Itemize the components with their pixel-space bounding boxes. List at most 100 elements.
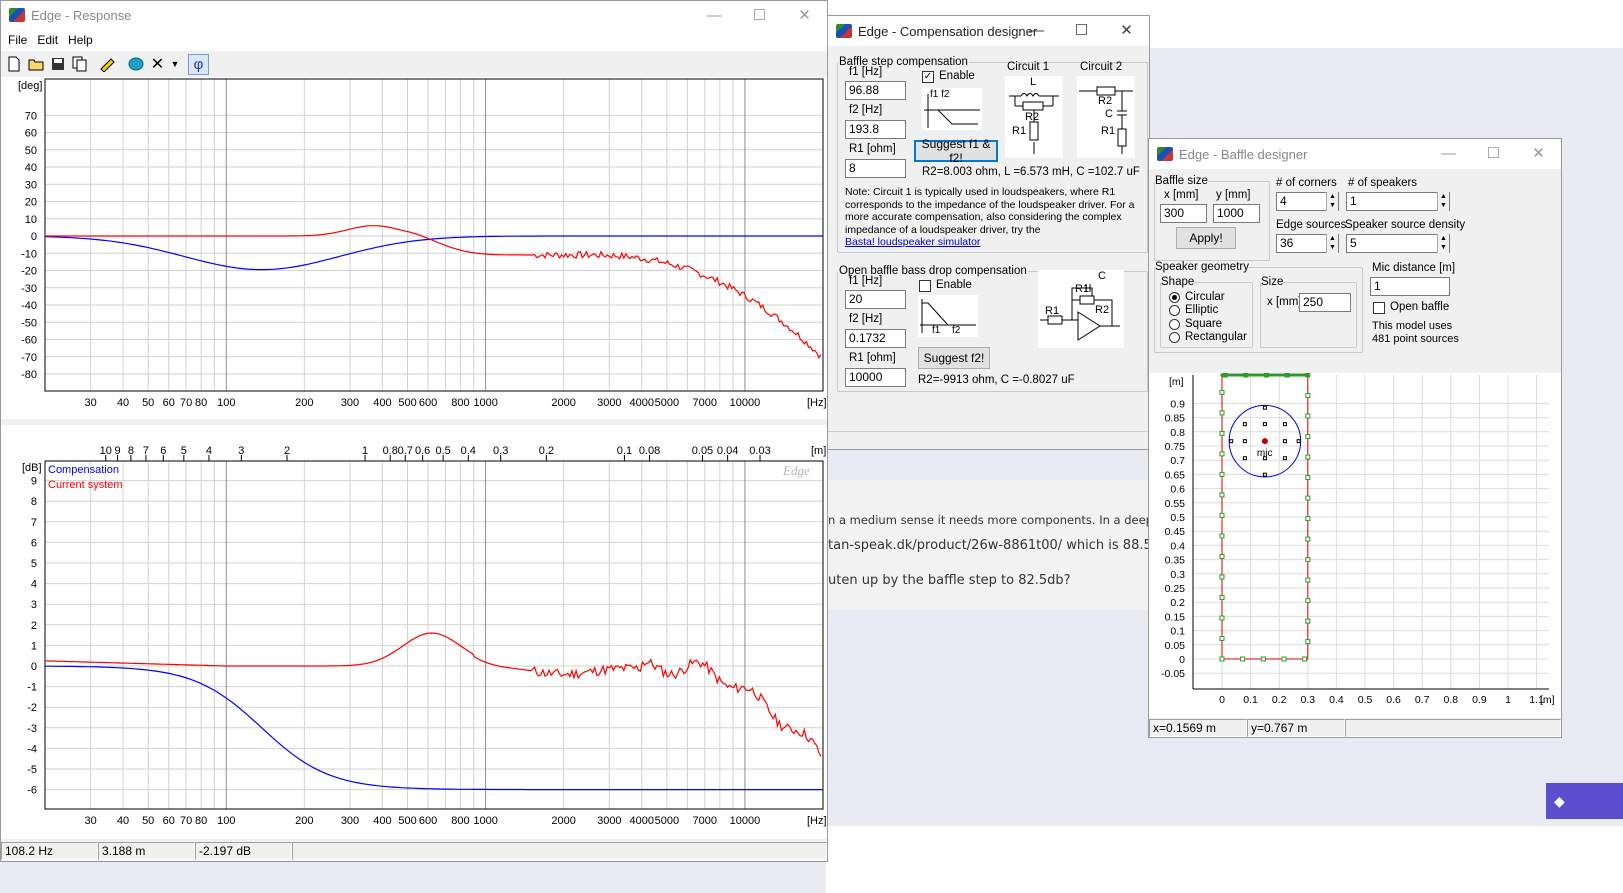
baffle-x-input[interactable]: 300 xyxy=(1160,204,1207,223)
ob-enable-checkbox[interactable] xyxy=(919,280,931,292)
bs-curve-label: f1 f2 xyxy=(930,89,950,100)
edge-source-dense xyxy=(1306,373,1310,377)
y-tick-label: 50 xyxy=(25,145,37,157)
top-tick-label: 1 xyxy=(362,445,368,457)
speaker-source xyxy=(1229,439,1234,444)
y-tick-label: 10 xyxy=(25,214,37,226)
copy-icon[interactable] xyxy=(69,54,90,75)
menu-edit[interactable]: Edit xyxy=(32,33,63,47)
phase-toggle-button[interactable]: φ xyxy=(188,53,209,75)
density-spinner-icon[interactable]: ▲ ▼ xyxy=(1437,234,1449,253)
edge-sources-spinner-icon[interactable]: ▲ ▼ xyxy=(1326,234,1338,253)
dropdown-arrow-icon[interactable]: ▼ xyxy=(169,54,181,75)
fab-icon: ◆ xyxy=(1554,792,1565,809)
edge-source xyxy=(1219,574,1225,580)
maximize-icon[interactable]: ☐ xyxy=(1059,16,1104,44)
fab-button[interactable]: ◆ xyxy=(1546,783,1623,819)
shape-elliptic-radio[interactable] xyxy=(1169,305,1180,316)
baffle-plot[interactable]: 0.9 0.85 0.8 0.75 0.7 0.65 0.6 0.55 0.5 0.45 0.4 0.… xyxy=(1149,372,1561,718)
suggest-f1-f2-button[interactable]: Suggest f1 & f2! xyxy=(914,137,998,165)
phase-plot[interactable]: 70 60 50 40 30 20 10 0 -10 -20 -30 -40 -50 -60 -70 -80 3… xyxy=(1,77,827,419)
model-info: This model uses 481 point sources xyxy=(1372,320,1459,345)
speakers-label: # of speakers xyxy=(1348,177,1418,189)
y-tick-label: -50 xyxy=(21,317,37,329)
speaker-icon[interactable] xyxy=(125,54,146,75)
menu-help[interactable]: Help xyxy=(63,33,98,47)
x-tick-label: 60 xyxy=(163,815,175,827)
x-tick-label: 0.2 xyxy=(1272,694,1287,706)
speakers-input[interactable]: 1 xyxy=(1346,192,1450,211)
shape-elliptic-label[interactable]: Elliptic xyxy=(1185,304,1218,316)
shape-square-radio[interactable] xyxy=(1169,319,1180,330)
ob-curve-f2: f2 xyxy=(952,325,961,336)
suggest-f2-button[interactable]: Suggest f2! xyxy=(918,347,990,369)
circuit1-r2: R2 xyxy=(1025,111,1040,123)
maximize-icon[interactable]: ☐ xyxy=(737,1,782,29)
edge-source xyxy=(1219,471,1225,477)
baffle-titlebar[interactable]: Edge - Baffle designer — ☐ ✕ xyxy=(1149,139,1561,169)
size-x-input[interactable]: 250 xyxy=(1299,293,1351,312)
open-folder-icon[interactable] xyxy=(25,54,46,75)
mic-distance-label: Mic distance [m] xyxy=(1372,262,1456,274)
pencil-icon[interactable] xyxy=(97,54,118,75)
y-tick-label: 0.25 xyxy=(1165,583,1186,595)
ob-f2-input[interactable]: 0.1732 xyxy=(845,329,906,348)
corners-spinner-icon[interactable]: ▲ ▼ xyxy=(1326,192,1338,211)
top-tick-label: 0.7 xyxy=(398,445,413,457)
density-input[interactable]: 5 xyxy=(1346,234,1450,253)
x-tick-label: 300 xyxy=(341,815,359,827)
apply-button[interactable]: Apply! xyxy=(1176,227,1236,249)
y-tick-label: 4 xyxy=(31,579,37,591)
shape-rectangular-radio[interactable] xyxy=(1169,332,1180,343)
shape-rectangular-label[interactable]: Rectangular xyxy=(1185,331,1247,343)
speaker-source xyxy=(1242,422,1247,427)
close-icon[interactable]: ✕ xyxy=(1516,139,1561,167)
y-tick-label: 5 xyxy=(31,558,37,570)
new-file-icon[interactable] xyxy=(3,54,24,75)
edge-source xyxy=(1305,413,1311,419)
menu-file[interactable]: File xyxy=(3,33,32,47)
magnitude-plot[interactable]: 9 8 7 6 5 4 3 2 1 0 -1 -2 -3 -4 -5 -6 30 40 50 60 70 80 100 200… xyxy=(1,425,827,839)
close-icon[interactable]: ✕ xyxy=(1104,16,1149,44)
bs-r1-input[interactable]: 8 xyxy=(845,159,906,178)
minimize-icon[interactable]: — xyxy=(1426,139,1471,167)
open-baffle-checkbox[interactable] xyxy=(1373,302,1385,314)
baffle-y-input[interactable]: 1000 xyxy=(1213,204,1260,223)
open-baffle-label[interactable]: Open baffle xyxy=(1390,301,1449,313)
top-tick-label: 10 xyxy=(100,445,112,457)
x-tick-label: 4000 xyxy=(629,815,653,827)
edge-source xyxy=(1219,430,1225,436)
bs-f1-input[interactable]: 96.88 xyxy=(845,81,906,100)
maximize-icon[interactable]: ☐ xyxy=(1471,139,1516,167)
background-text-2[interactable]: tan-speak.dk/product/26w-8861t00/ which … xyxy=(828,538,1150,553)
bs-f2-input[interactable]: 193.8 xyxy=(845,120,906,139)
shape-square-label[interactable]: Square xyxy=(1185,318,1222,330)
delete-icon[interactable]: ✕ xyxy=(147,54,168,75)
bs-enable-checkbox[interactable]: ✓ xyxy=(922,71,934,83)
save-icon[interactable] xyxy=(47,54,68,75)
mic-distance-input[interactable]: 1 xyxy=(1370,277,1450,296)
ob-enable-label[interactable]: Enable xyxy=(936,279,972,291)
shape-circular-label[interactable]: Circular xyxy=(1185,291,1225,303)
y-tick-label: -20 xyxy=(21,266,37,278)
shape-circular-radio[interactable] xyxy=(1169,292,1180,303)
ob-r1-input[interactable]: 10000 xyxy=(845,368,906,387)
close-icon[interactable]: ✕ xyxy=(782,1,827,29)
y-tick-label: -3 xyxy=(27,723,37,735)
bs-note: Note: Circuit 1 is typically used in lou… xyxy=(845,186,1141,249)
top-tick-label: 0.4 xyxy=(461,445,476,457)
ob-f1-input[interactable]: 20 xyxy=(845,290,906,309)
corners-label: # of corners xyxy=(1276,177,1337,189)
x-tick-label: 5000 xyxy=(655,397,679,409)
response-titlebar[interactable]: Edge - Response — ☐ ✕ xyxy=(1,1,827,29)
minimize-icon[interactable]: — xyxy=(1014,16,1059,44)
y-tick-label: 30 xyxy=(25,179,37,191)
y-tick-label: 0.3 xyxy=(1170,569,1185,581)
minimize-icon[interactable]: — xyxy=(692,1,737,29)
compensation-titlebar[interactable]: Edge - Compensation designer — ☐ ✕ xyxy=(828,16,1149,46)
speakers-spinner-icon[interactable]: ▲ ▼ xyxy=(1437,192,1449,211)
basta-link[interactable]: Basta! loudspeaker simulator xyxy=(845,236,1141,249)
y-unit-label: [deg] xyxy=(18,80,42,92)
edge-source-dense xyxy=(1292,373,1295,377)
bs-enable-label[interactable]: Enable xyxy=(939,70,975,82)
